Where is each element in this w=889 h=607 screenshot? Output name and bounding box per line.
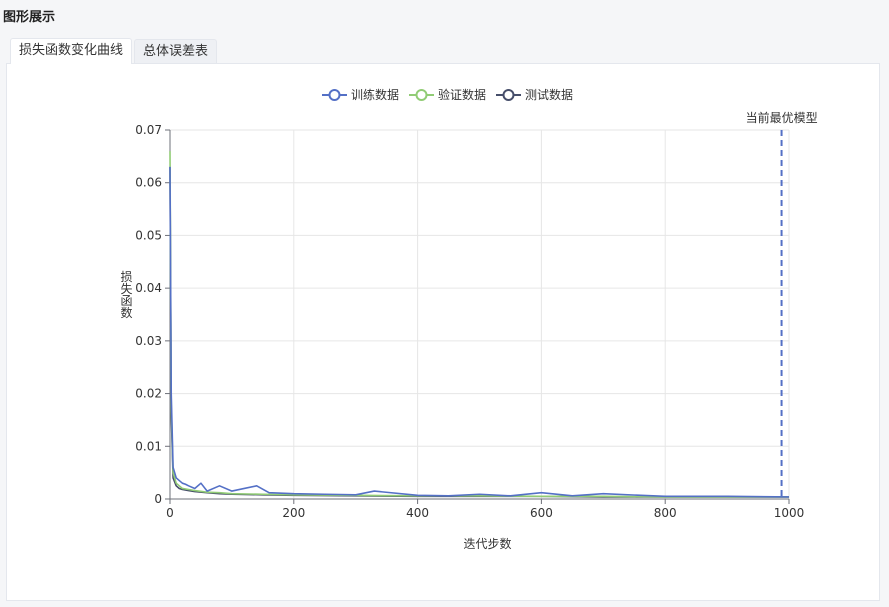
legend-label: 测试数据 [525,88,574,102]
legend-swatch-icon [322,88,347,101]
x-tick-label: 600 [530,506,553,520]
best-model-mark-label: 当前最优模型 [746,110,818,125]
page: 图形展示 损失函数变化曲线 总体误差表 0 0.01 0.02 0.03 0.04 0.0… [0,0,889,607]
x-tick-label: 200 [282,506,305,520]
legend-swatch-icon [409,88,435,101]
legend-swatch-icon [496,88,522,101]
series-line-0 [169,166,790,498]
legend-item-0[interactable]: 训练数据 [322,86,399,103]
x-axis-title: 迭代步数 [463,536,511,551]
legend-label: 验证数据 [438,88,487,102]
y-axis-title: 损失函数 [119,270,133,319]
series-line-2 [169,166,789,498]
chart-legend: 训练数据 验证数据 测试数据 [322,86,583,103]
y-tick-label: 0.04 [135,281,162,295]
x-tick-label: 400 [406,506,429,520]
legend-label: 训练数据 [351,88,400,102]
x-tick-label: 0 [166,506,174,520]
y-tick-label: 0.03 [135,334,162,348]
y-tick-label: 0.02 [135,387,162,401]
series-line-1 [169,151,789,498]
y-tick-label: 0.06 [135,176,162,190]
y-tick-label: 0.01 [135,439,162,453]
y-tick-label: 0.05 [135,228,162,242]
legend-item-2[interactable]: 测试数据 [496,86,573,103]
x-tick-label: 800 [654,506,677,520]
legend-item-1[interactable]: 验证数据 [409,86,486,103]
y-tick-label: 0.07 [135,123,162,137]
tab-loss-curve[interactable]: 损失函数变化曲线 [10,38,133,64]
x-tick-label: 1000 [774,506,805,520]
y-tick-label: 0 [154,492,162,506]
